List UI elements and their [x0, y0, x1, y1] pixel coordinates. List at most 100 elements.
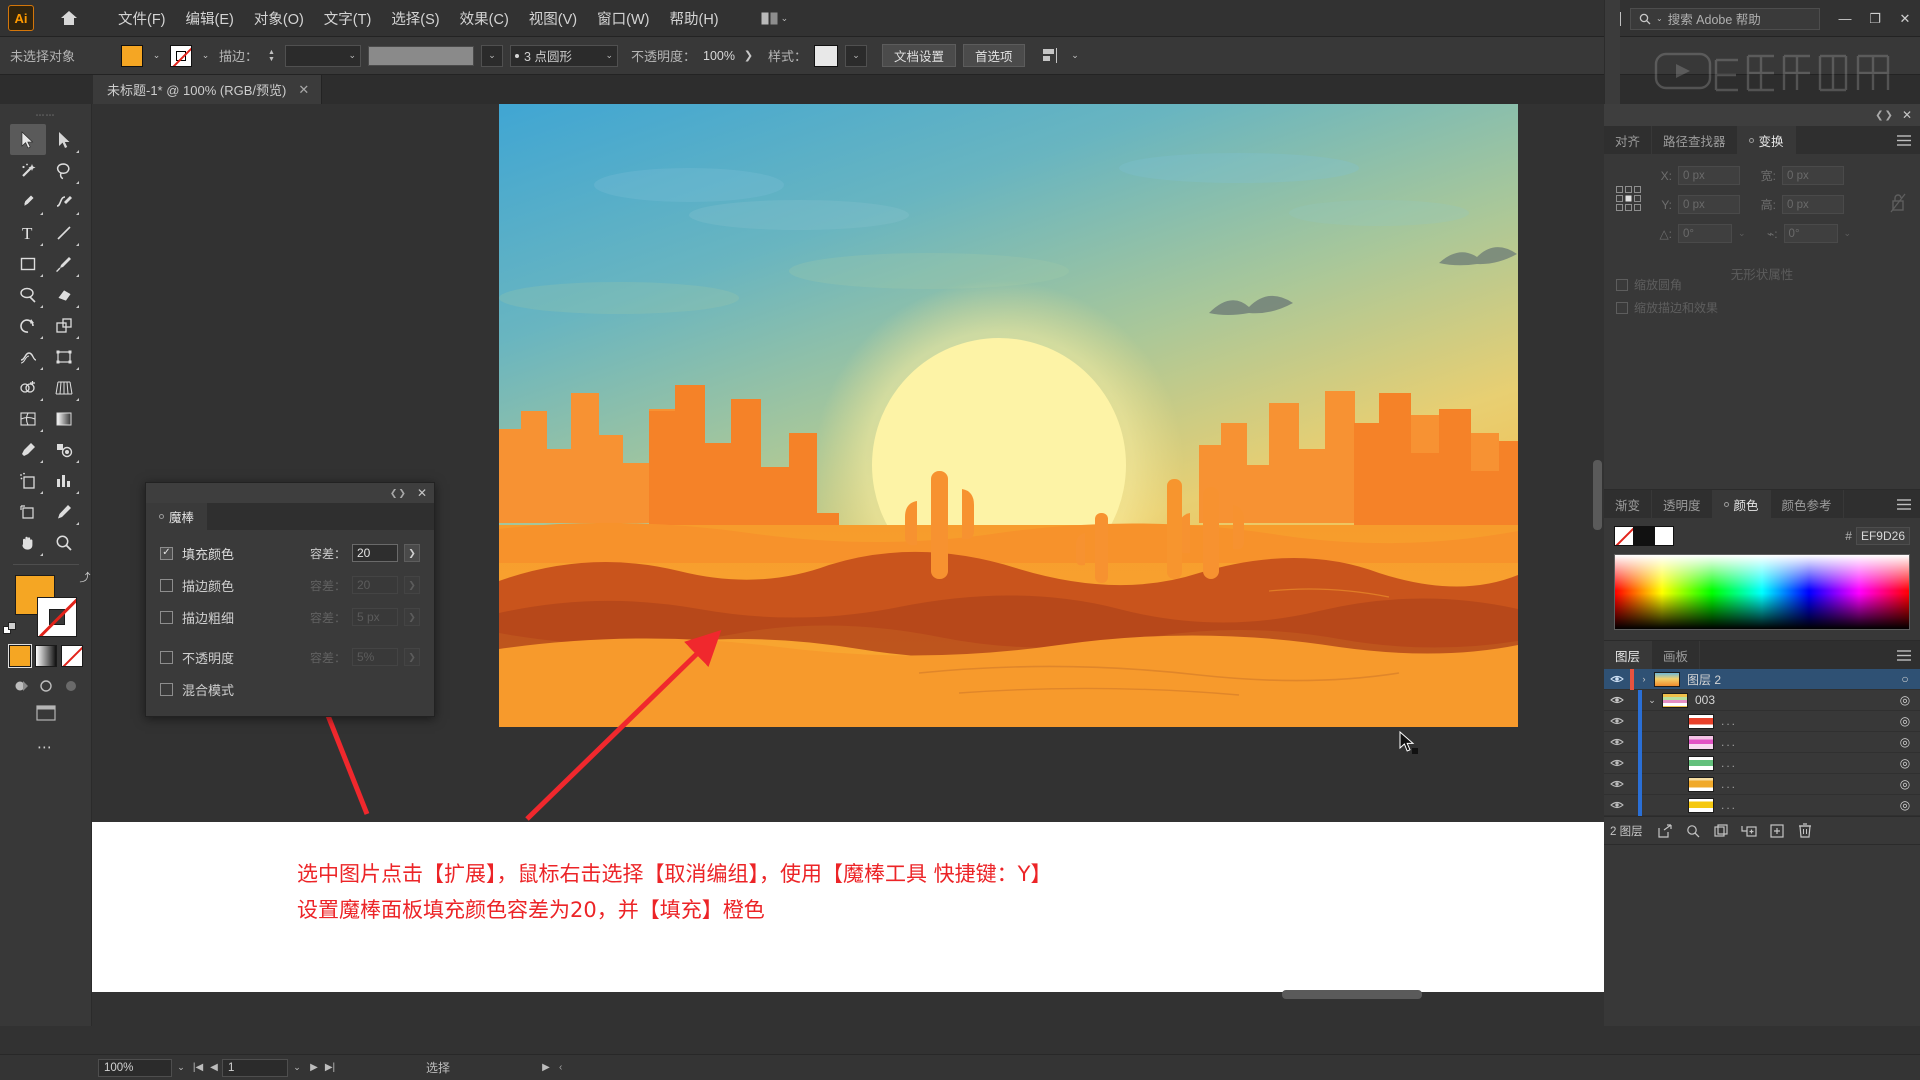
layer-target-icon[interactable]: ○: [1890, 672, 1920, 686]
layer-name[interactable]: 003: [1695, 693, 1890, 707]
color-mode-none[interactable]: [60, 645, 83, 667]
layer-name[interactable]: ...: [1721, 777, 1890, 791]
color-black-swatch[interactable]: [1634, 526, 1654, 546]
free-transform-tool[interactable]: [46, 341, 82, 372]
transform-collapse-icon[interactable]: ❮❯: [1875, 110, 1894, 121]
align-icon[interactable]: [1040, 45, 1062, 67]
menu-edit[interactable]: 编辑(E): [176, 4, 244, 33]
table-row[interactable]: › 图层 2 ○: [1604, 668, 1920, 690]
opacity-checkbox[interactable]: [160, 650, 173, 664]
color-mode-gradient[interactable]: [34, 645, 57, 667]
home-icon[interactable]: [56, 5, 82, 31]
zoom-tool[interactable]: [46, 527, 82, 558]
stroke-color-swatch[interactable]: [170, 44, 192, 67]
swap-fill-stroke-icon[interactable]: ⤴: [80, 569, 91, 585]
preferences-button[interactable]: 首选项: [963, 44, 1025, 67]
eyedropper-tool[interactable]: [10, 434, 46, 465]
magic-wand-row-opacity[interactable]: 不透明度 容差： 5% ❯: [160, 644, 420, 670]
layer-target-icon[interactable]: ◎: [1890, 798, 1920, 812]
document-tab[interactable]: 未标题-1* @ 100% (RGB/预览) ✕: [93, 75, 323, 104]
blend-tool[interactable]: [46, 434, 82, 465]
align-dropdown-icon[interactable]: ⌄: [1069, 45, 1082, 67]
table-row[interactable]: ⌄ 003 ◎: [1604, 689, 1920, 711]
transform-shear-dropdown-icon[interactable]: ⌄: [1844, 228, 1852, 239]
scale-corners-checkbox[interactable]: [1616, 278, 1628, 291]
brush-definition-combo[interactable]: 3 点圆形 ⌄: [510, 44, 619, 67]
transform-angle-dropdown-icon[interactable]: ⌄: [1738, 228, 1746, 239]
layers-panel-menu-icon[interactable]: [1888, 641, 1920, 669]
minimize-button[interactable]: —: [1830, 7, 1860, 31]
stroke-profile-combo[interactable]: ⌄: [481, 44, 504, 67]
new-layer-icon[interactable]: [1763, 817, 1791, 845]
document-setup-button[interactable]: 文档设置: [882, 44, 957, 67]
layer-visibility-icon[interactable]: [1604, 800, 1630, 810]
blend-mode-checkbox[interactable]: [160, 682, 173, 696]
maximize-button[interactable]: ❐: [1860, 7, 1890, 31]
hex-input[interactable]: EF9D26: [1855, 527, 1910, 545]
shaper-tool[interactable]: [10, 279, 46, 310]
screen-mode-icon[interactable]: [35, 705, 56, 726]
fill-dropdown-icon[interactable]: ⌄: [150, 45, 163, 67]
next-artboard-icon[interactable]: ▶: [306, 1059, 322, 1077]
menu-file[interactable]: 文件(F): [108, 4, 176, 33]
scale-strokes-checkbox[interactable]: [1616, 301, 1628, 314]
magic-wand-row-fill[interactable]: ✓ 填充颜色 容差： 20 ❯: [160, 540, 420, 566]
lasso-tool[interactable]: [46, 155, 82, 186]
color-mode-solid[interactable]: [7, 644, 32, 668]
table-row[interactable]: ... ◎: [1604, 752, 1920, 774]
artboard-number-input[interactable]: 1: [222, 1058, 288, 1077]
layer-visibility-icon[interactable]: [1604, 779, 1630, 789]
table-row[interactable]: ... ◎: [1604, 710, 1920, 732]
stroke-dropdown-icon[interactable]: ⌄: [199, 45, 212, 67]
menu-view[interactable]: 视图(V): [519, 4, 587, 33]
perspective-grid-tool[interactable]: [46, 372, 82, 403]
first-artboard-icon[interactable]: |◀: [190, 1059, 206, 1077]
layer-name[interactable]: ...: [1721, 756, 1890, 770]
magic-wand-row-blend-mode[interactable]: 混合模式: [160, 676, 420, 702]
tab-color[interactable]: 颜色: [1712, 490, 1771, 518]
rotate-tool[interactable]: [10, 310, 46, 341]
magic-wand-panel[interactable]: ❮❯ ✕ 魔棒 ✓ 填充颜色 容差： 20 ❯ 描边颜色 容差： 20 ❯ 描边…: [145, 482, 435, 717]
magic-wand-collapse-icon[interactable]: ❮❯: [390, 488, 407, 499]
close-button[interactable]: ✕: [1890, 7, 1920, 31]
tab-artboards[interactable]: 画板: [1652, 641, 1701, 669]
draw-inside-icon[interactable]: [62, 677, 80, 695]
mesh-tool[interactable]: [10, 403, 46, 434]
rectangle-tool[interactable]: [10, 248, 46, 279]
transform-w-input[interactable]: 0 px: [1782, 166, 1844, 185]
layer-name[interactable]: ...: [1721, 714, 1890, 728]
pen-tool[interactable]: [10, 186, 46, 217]
layer-name[interactable]: 图层 2: [1687, 671, 1890, 688]
style-combo[interactable]: ⌄: [845, 44, 868, 67]
transform-close-icon[interactable]: ✕: [1902, 108, 1912, 122]
transform-y-input[interactable]: 0 px: [1678, 195, 1740, 214]
artboard-artwork[interactable]: [499, 104, 1518, 727]
reference-point-grid[interactable]: [1616, 186, 1642, 212]
layer-visibility-icon[interactable]: [1604, 758, 1630, 768]
fill-color-swatch[interactable]: [121, 44, 143, 67]
layer-visibility-icon[interactable]: [1604, 674, 1630, 684]
horizontal-scrollbar[interactable]: [1282, 990, 1422, 999]
arrange-documents-button[interactable]: ⌄: [755, 9, 795, 28]
fill-color-checkbox[interactable]: ✓: [160, 546, 173, 560]
layer-name[interactable]: ...: [1721, 735, 1890, 749]
layer-target-icon[interactable]: ◎: [1890, 756, 1920, 770]
width-tool[interactable]: [10, 341, 46, 372]
layer-visibility-icon[interactable]: [1604, 695, 1630, 705]
style-swatch[interactable]: [814, 44, 839, 67]
paintbrush-tool[interactable]: [46, 248, 82, 279]
search-dropdown-icon[interactable]: ⌄: [1656, 14, 1663, 23]
new-sublayer-icon[interactable]: [1735, 817, 1763, 845]
stroke-weight-checkbox[interactable]: [160, 610, 173, 624]
document-tab-close-icon[interactable]: ✕: [298, 82, 309, 98]
last-artboard-icon[interactable]: ▶|: [322, 1059, 338, 1077]
tab-pathfinder[interactable]: 路径查找器: [1652, 126, 1738, 154]
tab-transform[interactable]: 变换: [1737, 126, 1796, 154]
color-panel-menu-icon[interactable]: [1888, 490, 1920, 518]
menu-object[interactable]: 对象(O): [244, 4, 314, 33]
opacity-expand-icon[interactable]: ❯: [742, 45, 755, 67]
scale-strokes-checkbox-row[interactable]: 缩放描边和效果: [1616, 299, 1718, 316]
layer-visibility-icon[interactable]: [1604, 737, 1630, 747]
layer-name[interactable]: ...: [1721, 798, 1890, 812]
tab-align[interactable]: 对齐: [1604, 126, 1653, 154]
